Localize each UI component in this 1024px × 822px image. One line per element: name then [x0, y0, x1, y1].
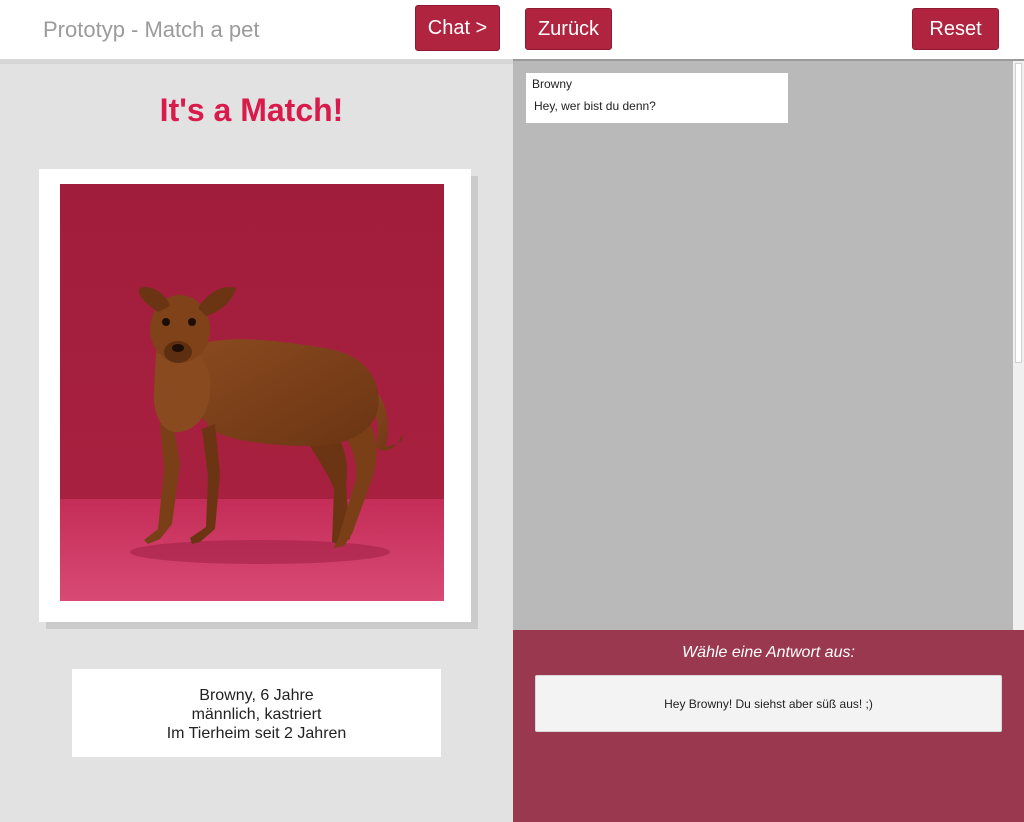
match-panel: Prototyp - Match a pet Chat > It's a Mat…	[0, 0, 513, 822]
pet-info-line: männlich, kastriert	[191, 706, 322, 723]
pet-info-line: Browny, 6 Jahre	[199, 687, 314, 704]
chat-scrollbar[interactable]	[1013, 61, 1024, 630]
answer-option[interactable]: Hey Browny! Du siehst aber süß aus! ;)	[535, 675, 1002, 732]
app-title: Prototyp - Match a pet	[43, 17, 260, 42]
answer-prompt: Wähle eine Antwort aus:	[682, 644, 855, 661]
chat-messages[interactable]: Browny Hey, wer bist du denn?	[513, 61, 1013, 630]
pet-info-card: Browny, 6 Jahre männlich, kastriert Im T…	[72, 669, 441, 757]
chat-header: Zurück Reset	[513, 0, 1024, 61]
pet-photo-frame	[39, 169, 471, 622]
message-text: Hey, wer bist du denn?	[534, 99, 656, 113]
scrollbar-thumb[interactable]	[1015, 63, 1022, 363]
chat-panel: Zurück Reset Browny Hey, wer bist du den…	[513, 0, 1024, 822]
reset-button[interactable]: Reset	[912, 8, 999, 50]
message-sender: Browny	[532, 77, 573, 91]
dog-photo-icon	[60, 184, 444, 601]
chat-button[interactable]: Chat >	[415, 5, 500, 51]
back-button[interactable]: Zurück	[525, 8, 612, 50]
answer-panel: Wähle eine Antwort aus: Hey Browny! Du s…	[513, 630, 1024, 822]
pet-photo	[60, 184, 444, 601]
app-header: Prototyp - Match a pet Chat >	[0, 0, 513, 64]
pet-info-line: Im Tierheim seit 2 Jahren	[166, 725, 347, 742]
match-title: It's a Match!	[159, 92, 344, 128]
chat-message: Browny Hey, wer bist du denn?	[526, 73, 788, 123]
